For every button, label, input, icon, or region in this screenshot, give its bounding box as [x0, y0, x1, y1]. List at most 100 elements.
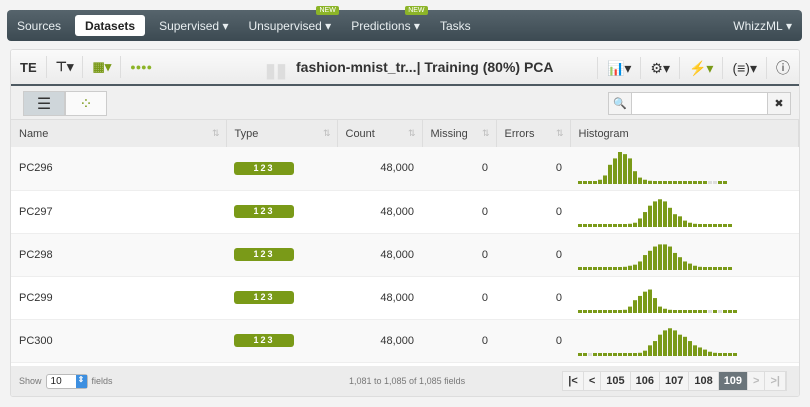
script-icon[interactable]: (≡)▾	[722, 57, 766, 79]
histogram-bar	[658, 244, 662, 270]
table-row[interactable]: PC300 123 48,000 0 0	[11, 319, 799, 363]
nav-sources[interactable]: Sources	[7, 10, 71, 41]
nav-predictions[interactable]: Predictions ▾ NEW	[341, 6, 430, 41]
first-page-button[interactable]: |<	[563, 372, 584, 390]
histogram-bar	[723, 267, 727, 270]
histogram-bar	[708, 310, 712, 313]
page-106-button[interactable]: 106	[630, 372, 660, 390]
page-107-button[interactable]: 107	[659, 372, 690, 390]
nav-supervised[interactable]: Supervised ▾	[149, 10, 238, 41]
histogram-bar	[723, 310, 727, 313]
scatter-view-button[interactable]: ⁘	[65, 91, 107, 116]
configure-gear-icon[interactable]: ⚙▾	[640, 57, 679, 79]
histogram-cell[interactable]	[570, 233, 799, 277]
histogram-bar	[718, 310, 722, 313]
histogram-bar	[678, 216, 682, 227]
field-name[interactable]: PC298	[11, 233, 226, 277]
histogram-bar	[613, 310, 617, 313]
histogram-bar	[643, 291, 647, 313]
histogram-bar	[703, 267, 707, 270]
histogram-bar	[623, 153, 627, 184]
clear-icon[interactable]: ✖	[768, 93, 790, 114]
abbr-label: TE	[11, 56, 47, 78]
page-105-button[interactable]: 105	[601, 372, 631, 390]
histogram-bar	[698, 310, 702, 313]
column-header[interactable]: Errors ⇅	[496, 120, 571, 147]
histogram-bar	[613, 267, 617, 270]
view-bar: ☰ ⁘ 🔍 ✖	[11, 86, 799, 120]
histogram-bar	[718, 224, 722, 227]
fields-label: fields	[91, 376, 113, 386]
histogram-cell[interactable]	[570, 190, 799, 234]
histogram-bar	[648, 345, 652, 356]
column-header[interactable]: Histogram	[570, 120, 799, 147]
histogram-cell[interactable]	[570, 147, 799, 191]
model-tree-icon[interactable]: ⊤▾	[47, 56, 84, 78]
list-view-button[interactable]: ☰	[23, 91, 65, 116]
field-name[interactable]: PC297	[11, 190, 226, 234]
column-header[interactable]: Type ⇅	[226, 120, 338, 147]
missing-cell: 0	[422, 147, 496, 191]
nav-tasks[interactable]: Tasks	[430, 10, 481, 41]
histogram-bar	[643, 350, 647, 356]
page-size-select[interactable]: 10 ⇕	[45, 373, 88, 389]
page-109-button[interactable]: 109	[718, 372, 749, 390]
one-click-icon[interactable]: ⚡▾	[679, 57, 722, 79]
histogram-bar	[628, 223, 632, 227]
nav-whizzml[interactable]: WhizzML ▾	[723, 10, 802, 41]
table-footer: Show 10 ⇕ fields 1,081 to 1,085 of 1,085 …	[11, 366, 799, 396]
page-108-button[interactable]: 108	[689, 372, 719, 390]
field-name[interactable]: PC300	[11, 319, 226, 363]
histogram-bar	[658, 199, 662, 227]
sort-icon[interactable]: ⇅	[323, 128, 331, 139]
search-input[interactable]	[631, 93, 768, 114]
histogram-bar	[648, 205, 652, 227]
sort-icon[interactable]: ⇅	[556, 128, 564, 139]
histogram-bar	[723, 180, 727, 184]
histogram-bar	[663, 180, 667, 184]
page-title: fashion-mnist_tr...| Training (80%) PCA	[296, 59, 554, 75]
histogram	[578, 328, 742, 356]
histogram-bar	[693, 223, 697, 227]
table-row[interactable]: PC299 123 48,000 0 0	[11, 276, 799, 320]
column-header[interactable]: Count ⇅	[337, 120, 423, 147]
sort-icon[interactable]: ⇅	[482, 128, 490, 139]
histogram-bar	[688, 310, 692, 313]
dataset-split-icon[interactable]: ▦▾	[83, 56, 122, 78]
histogram-bar	[713, 180, 717, 184]
histogram-bar	[608, 353, 612, 356]
histogram-bar	[683, 310, 687, 313]
histogram-bar	[733, 353, 737, 356]
column-label: Type	[234, 127, 259, 140]
histogram-bar	[673, 180, 677, 184]
column-header[interactable]: Name ⇅	[11, 120, 227, 147]
sort-icon[interactable]: ⇅	[408, 128, 416, 139]
histogram-bar	[598, 310, 602, 313]
numeric-type-badge: 123	[234, 291, 294, 304]
sort-icon[interactable]: ⇅	[212, 128, 220, 139]
missing-cell: 0	[422, 276, 496, 320]
histogram-bar	[593, 180, 597, 184]
histogram-bar	[583, 180, 587, 184]
histogram-bar	[648, 180, 652, 184]
table-row[interactable]: PC298 123 48,000 0 0	[11, 233, 799, 277]
histogram-cell[interactable]	[570, 319, 799, 363]
nav-unsupervised[interactable]: Unsupervised ▾ NEW	[238, 6, 341, 41]
column-label: Count	[345, 127, 375, 140]
table-row[interactable]: PC296 123 48,000 0 0	[11, 147, 799, 191]
column-header[interactable]: Missing ⇅	[422, 120, 497, 147]
histogram-bar	[698, 266, 702, 270]
model-chart-icon[interactable]: 📊▾	[596, 57, 640, 79]
errors-cell: 0	[496, 233, 570, 277]
histogram-cell[interactable]	[570, 276, 799, 320]
nav-datasets[interactable]: Datasets	[75, 15, 146, 36]
histogram	[578, 151, 727, 184]
field-name[interactable]: PC296	[11, 147, 226, 191]
histogram-bar	[618, 151, 622, 184]
prev-page-button[interactable]: <	[583, 372, 602, 390]
field-name[interactable]: PC299	[11, 276, 226, 320]
range-text: 1,081 to 1,085 of 1,085 fields	[349, 376, 466, 386]
table-row[interactable]: PC297 123 48,000 0 0	[11, 190, 799, 234]
info-icon[interactable]: ⓘ	[766, 57, 799, 79]
histogram-bar	[663, 308, 667, 313]
